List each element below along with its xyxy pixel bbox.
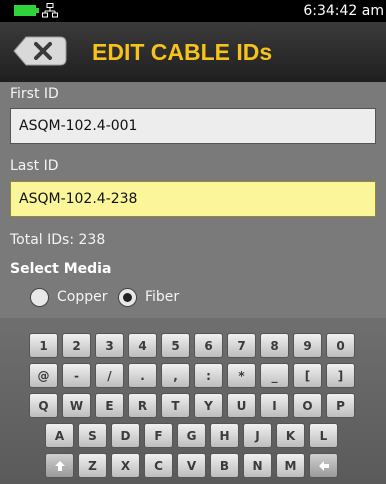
key-c[interactable]: C <box>144 453 173 478</box>
page-title: EDIT CABLE IDs <box>92 39 273 65</box>
shift-key[interactable] <box>45 453 74 478</box>
key-y[interactable]: Y <box>194 393 223 418</box>
first-id-label: First ID <box>10 86 59 102</box>
key-x[interactable]: X <box>111 453 140 478</box>
on-screen-keyboard: 1 2 3 4 5 6 7 8 9 0 @ - / . , : * _ [ ] … <box>0 318 386 484</box>
header-bar: EDIT CABLE IDs <box>0 22 386 82</box>
key-asterisk[interactable]: * <box>227 363 256 388</box>
key-f[interactable]: F <box>144 423 173 448</box>
key-8[interactable]: 8 <box>260 333 289 358</box>
key-comma[interactable]: , <box>161 363 190 388</box>
key-a[interactable]: A <box>45 423 74 448</box>
key-h[interactable]: H <box>210 423 239 448</box>
key-k[interactable]: K <box>276 423 305 448</box>
key-0[interactable]: 0 <box>326 333 355 358</box>
battery-tip <box>36 8 39 13</box>
clock: 6:34:42 am <box>303 3 384 19</box>
key-p[interactable]: P <box>326 393 355 418</box>
key-z[interactable]: Z <box>78 453 107 478</box>
backspace-key[interactable] <box>309 453 338 478</box>
key-3[interactable]: 3 <box>95 333 124 358</box>
key-at[interactable]: @ <box>29 363 58 388</box>
key-slash[interactable]: / <box>95 363 124 388</box>
key-l[interactable]: L <box>309 423 338 448</box>
key-4[interactable]: 4 <box>128 333 157 358</box>
key-t[interactable]: T <box>161 393 190 418</box>
key-i[interactable]: I <box>260 393 289 418</box>
network-icon <box>42 3 58 18</box>
last-id-label: Last ID <box>10 158 59 174</box>
key-e[interactable]: E <box>95 393 124 418</box>
key-w[interactable]: W <box>62 393 91 418</box>
status-bar: 6:34:42 am <box>0 0 386 22</box>
key-colon[interactable]: : <box>194 363 223 388</box>
key-9[interactable]: 9 <box>293 333 322 358</box>
fiber-label: Fiber <box>145 289 180 305</box>
battery-icon <box>14 5 36 16</box>
key-u[interactable]: U <box>227 393 256 418</box>
key-b[interactable]: B <box>210 453 239 478</box>
select-media-heading: Select Media <box>10 261 112 277</box>
edit-form: First ID ASQM-102.4-001 Last ID ASQM-102… <box>0 82 386 318</box>
key-2[interactable]: 2 <box>62 333 91 358</box>
key-g[interactable]: G <box>177 423 206 448</box>
key-dash[interactable]: - <box>62 363 91 388</box>
close-x-icon[interactable] <box>12 35 68 67</box>
key-6[interactable]: 6 <box>194 333 223 358</box>
key-5[interactable]: 5 <box>161 333 190 358</box>
key-7[interactable]: 7 <box>227 333 256 358</box>
key-d[interactable]: D <box>111 423 140 448</box>
key-1[interactable]: 1 <box>29 333 58 358</box>
backspace-arrow-icon <box>318 460 329 471</box>
total-ids-text: Total IDs: 238 <box>10 232 106 248</box>
key-v[interactable]: V <box>177 453 206 478</box>
key-r[interactable]: R <box>128 393 157 418</box>
key-q[interactable]: Q <box>29 393 58 418</box>
copper-label: Copper <box>57 289 108 305</box>
shift-arrow-icon <box>54 460 65 471</box>
key-n[interactable]: N <box>243 453 272 478</box>
key-j[interactable]: J <box>243 423 272 448</box>
key-underscore[interactable]: _ <box>260 363 289 388</box>
first-id-field[interactable]: ASQM-102.4-001 <box>10 108 376 144</box>
copper-radio[interactable] <box>30 288 49 307</box>
key-period[interactable]: . <box>128 363 157 388</box>
last-id-field[interactable]: ASQM-102.4-238 <box>10 181 376 217</box>
key-m[interactable]: M <box>276 453 305 478</box>
fiber-radio[interactable] <box>118 288 137 307</box>
key-left-bracket[interactable]: [ <box>293 363 322 388</box>
key-right-bracket[interactable]: ] <box>326 363 355 388</box>
key-s[interactable]: S <box>78 423 107 448</box>
key-o[interactable]: O <box>293 393 322 418</box>
